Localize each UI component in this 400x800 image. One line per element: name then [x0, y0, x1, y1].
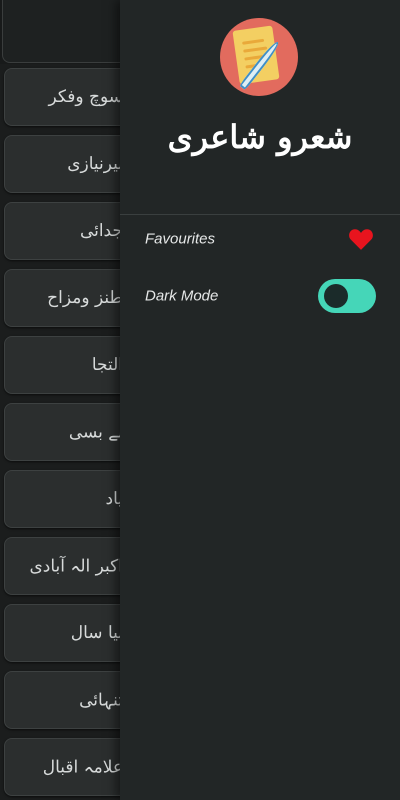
drawer-header: شعرو شاعری — [120, 0, 400, 215]
dark-mode-label: Dark Mode — [145, 287, 219, 305]
list-item-label: جدائی — [79, 221, 123, 241]
list-item-label: بے بسی — [68, 422, 123, 443]
app-logo-icon — [220, 18, 298, 96]
list-item-label: اکبر الہ آبادی — [29, 556, 123, 577]
list-item-label: تنہائی — [79, 690, 123, 711]
list-item-label: طنز ومزاح — [47, 288, 123, 308]
app-title: شعرو شاعری — [167, 118, 353, 156]
favourites-label: Favourites — [145, 230, 216, 248]
list-item-label: نیرنیازی — [67, 154, 123, 174]
list-item-label: التجا — [91, 355, 123, 375]
menu-item-dark-mode[interactable]: Dark Mode — [120, 272, 400, 320]
list-item-label: نیا سال — [70, 623, 123, 643]
list-item-label: علامہ اقبال — [42, 757, 123, 778]
menu-item-favourites[interactable]: Favourites — [120, 215, 400, 263]
list-item-label: سوچ وفکر — [48, 87, 123, 107]
dark-mode-toggle[interactable] — [318, 279, 376, 313]
navigation-drawer: شعرو شاعری Favourites Dark Mode — [120, 0, 400, 800]
heart-icon — [349, 229, 373, 250]
toggle-knob — [324, 284, 348, 308]
